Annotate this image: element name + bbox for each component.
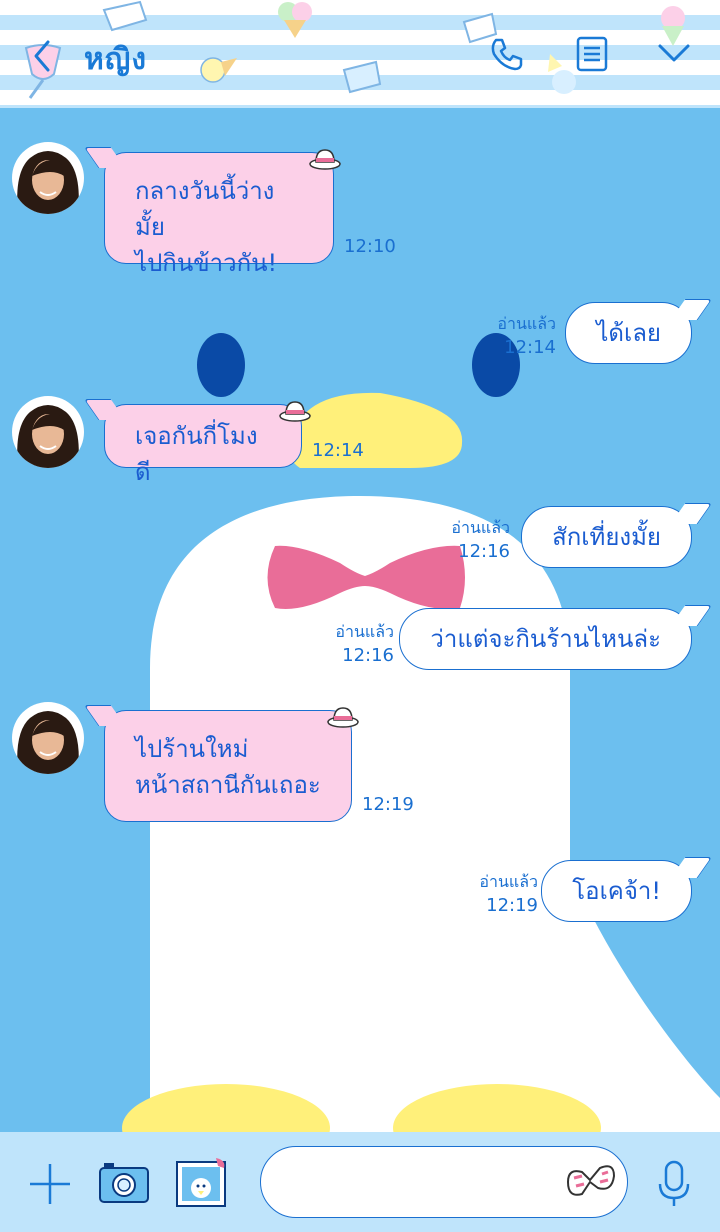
message-time: 12:10 [344,236,396,257]
back-icon[interactable] [28,38,58,74]
hat-icon [309,149,341,170]
message-text: สักเที่ยงมั้ย [552,523,661,551]
mic-icon[interactable] [656,1160,692,1208]
message-line: ไปกินข้าวกัน! [135,249,278,277]
message-bubble-outgoing[interactable]: ว่าแต่จะกินร้านไหนล่ะ [399,608,692,670]
ice-cream-cone-decoration-icon [278,2,312,38]
camera-icon[interactable] [98,1160,150,1206]
read-receipt: อ่านแล้ว 12:14 [497,314,556,358]
read-receipt: อ่านแล้ว 12:16 [451,518,510,562]
message-bubble-outgoing[interactable]: ได้เลย [565,302,692,364]
message-bubble-incoming[interactable]: ไปร้านใหม่ หน้าสถานีกันเถอะ [104,710,352,822]
avatar[interactable] [12,142,84,214]
message-text: โอเคจ้า! [572,877,661,905]
chevron-down-icon[interactable] [654,34,694,74]
message-line: ไปร้านใหม่ [135,735,249,763]
message-bubble-incoming[interactable]: เจอกันกี่โมงดี [104,404,302,486]
message-text: ได้เลย [596,319,661,347]
plus-icon[interactable] [28,1162,72,1206]
avatar[interactable] [12,702,84,774]
notes-icon[interactable] [572,34,612,74]
message-bubble-incoming[interactable]: กลางวันนี้ว่างมั้ย ไปกินข้าวกัน! [104,152,334,277]
message-bubble-outgoing[interactable]: สักเที่ยงมั้ย [521,506,692,568]
message-line: เจอกันกี่โมงดี [135,422,258,486]
read-receipt: อ่านแล้ว 12:19 [479,872,538,916]
message-bubble-outgoing[interactable]: โอเคจ้า! [541,860,692,922]
message-line: หน้าสถานีกันเถอะ [135,771,321,799]
message-time: 12:19 [362,794,414,815]
message-time: 12:14 [312,440,364,461]
read-receipt: อ่านแล้ว 12:16 [335,622,394,666]
message-line: กลางวันนี้ว่างมั้ย [135,177,275,241]
cup-decoration-icon [102,0,148,32]
avatar[interactable] [12,396,84,468]
ice-cream-decoration-icon [200,57,237,83]
chat-title: หญิง [84,42,147,77]
hat-icon [279,401,311,422]
message-composer [0,1132,720,1232]
hat-icon [327,707,359,728]
phone-icon[interactable] [486,34,526,74]
cup-decoration-icon-2 [342,60,382,94]
photo-icon[interactable] [174,1156,230,1210]
sticker-icon[interactable] [564,1158,618,1206]
message-text: ว่าแต่จะกินร้านไหนล่ะ [430,625,661,653]
chat-header: หญิง [0,0,720,108]
